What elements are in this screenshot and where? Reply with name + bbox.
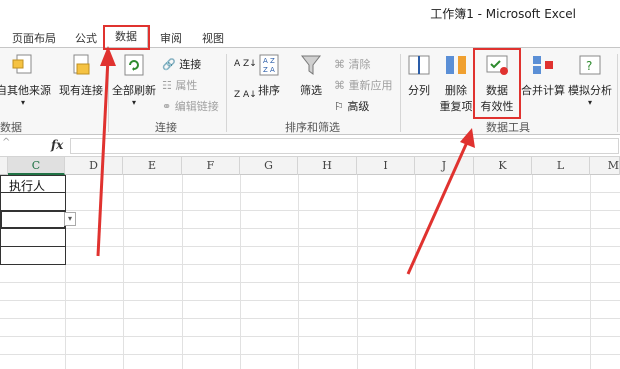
annotation-arrows (96, 46, 475, 275)
arrowhead-data-tab (100, 46, 116, 66)
arrow-to-validation (406, 139, 470, 275)
arrow-to-data-tab (96, 57, 110, 257)
arrowhead-validation (460, 128, 475, 148)
